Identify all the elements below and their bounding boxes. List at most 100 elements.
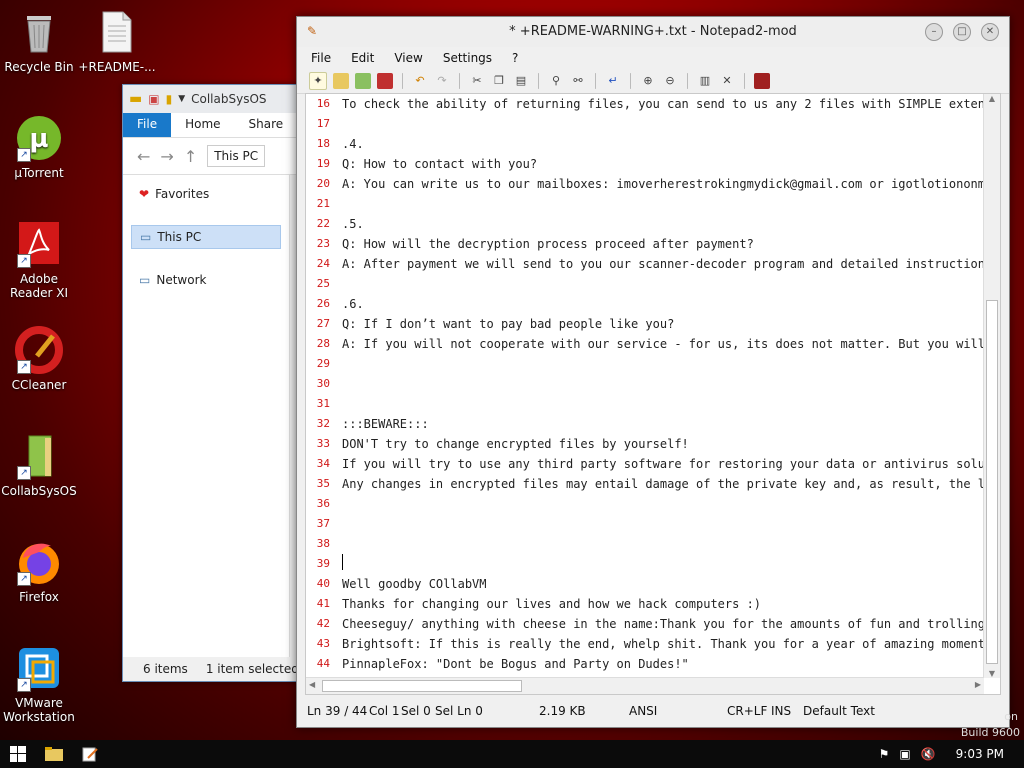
zoom-out-icon[interactable]: ⊖ xyxy=(662,73,678,89)
action-center-icon[interactable]: ⚑ xyxy=(879,747,890,761)
network-icon[interactable]: ▣ xyxy=(899,747,910,761)
up-icon[interactable]: ↑ xyxy=(184,147,197,166)
desktop-icon-adobe-reader[interactable]: ↗ Adobe Reader XI xyxy=(0,220,78,300)
save-icon[interactable] xyxy=(377,73,393,89)
editor-line[interactable]: 25 xyxy=(306,274,984,294)
redo-icon[interactable]: ↷ xyxy=(434,73,450,89)
desktop-icon-recycle-bin[interactable]: Recycle Bin xyxy=(0,8,78,74)
settings-icon[interactable]: ✕ xyxy=(719,73,735,89)
scroll-up-icon[interactable]: ▲ xyxy=(984,94,1000,103)
editor-line[interactable]: 34 If you will try to use any third party… xyxy=(306,454,984,474)
scroll-down-icon[interactable]: ▼ xyxy=(984,669,1000,678)
new-folder-icon[interactable]: ▮ xyxy=(166,92,173,106)
taskbar-file-explorer[interactable] xyxy=(36,740,72,768)
line-text[interactable]: Q: How to contact with you? xyxy=(342,154,537,174)
copy-icon[interactable]: ❐ xyxy=(491,73,507,89)
sidebar-item-favorites[interactable]: ❤ Favorites xyxy=(131,183,281,205)
editor-line[interactable]: 18 .4. xyxy=(306,134,984,154)
editor-line[interactable]: 40 Well goodby COllabVM xyxy=(306,574,984,594)
notepad-titlebar[interactable]: ✎ * +README-WARNING+.txt - Notepad2-mod … xyxy=(297,17,1009,47)
status-eol[interactable]: CR+LF xyxy=(727,704,767,718)
editor-line[interactable]: 44 PinnapleFox: "Dont be Bogus and Party … xyxy=(306,654,984,674)
sidebar-item-network[interactable]: ▭ Network xyxy=(131,269,281,291)
scroll-left-icon[interactable]: ◀ xyxy=(309,680,315,689)
editor-line[interactable]: 23 Q: How will the decryption process pro… xyxy=(306,234,984,254)
text-editor[interactable]: 16 To check the ability of returning file… xyxy=(305,93,1001,695)
sidebar-item-this-pc[interactable]: ▭ This PC xyxy=(131,225,281,249)
forward-icon[interactable]: → xyxy=(160,147,173,166)
line-text[interactable]: To check the ability of returning files,… xyxy=(342,94,984,114)
word-wrap-icon[interactable]: ↵ xyxy=(605,73,621,89)
tab-share[interactable]: Share xyxy=(235,113,298,137)
line-text[interactable]: A: You can write us to our mailboxes: im… xyxy=(342,174,984,194)
line-text[interactable]: Thanks for changing our lives and how we… xyxy=(342,594,761,614)
editor-line[interactable]: 16 To check the ability of returning file… xyxy=(306,94,984,114)
editor-line[interactable]: 22 .5. xyxy=(306,214,984,234)
close-button[interactable]: ✕ xyxy=(981,23,999,41)
status-encoding[interactable]: ANSI xyxy=(629,704,657,718)
line-text[interactable]: A: If you will not cooperate with our se… xyxy=(342,334,984,354)
line-text[interactable]: DON'T try to change encrypted files by y… xyxy=(342,434,689,454)
menu-view[interactable]: View xyxy=(394,51,422,65)
editor-line[interactable]: 32:::BEWARE::: xyxy=(306,414,984,434)
replace-icon[interactable]: ⚯ xyxy=(570,73,586,89)
editor-line[interactable]: 39 xyxy=(306,554,984,574)
back-icon[interactable]: ← xyxy=(137,147,150,166)
browse-icon[interactable] xyxy=(355,73,371,89)
horizontal-scrollbar[interactable]: ◀ ▶ xyxy=(306,677,984,694)
line-text[interactable]: Brightsoft: If this is really the end, w… xyxy=(342,634,984,654)
status-ins[interactable]: INS xyxy=(771,704,791,718)
editor-line[interactable]: 26 .6. xyxy=(306,294,984,314)
tab-home[interactable]: Home xyxy=(171,113,234,137)
editor-line[interactable]: 30 xyxy=(306,374,984,394)
line-text[interactable]: Any changes in encrypted files may entai… xyxy=(342,474,984,494)
vertical-scroll-thumb[interactable] xyxy=(986,300,998,664)
editor-line[interactable]: 19 Q: How to contact with you? xyxy=(306,154,984,174)
line-text[interactable]: PinnapleFox: "Dont be Bogus and Party on… xyxy=(342,654,689,674)
volume-muted-icon[interactable]: 🔇 xyxy=(921,747,936,761)
desktop-icon-collabsysos[interactable]: ↗ CollabSysOS xyxy=(0,432,78,498)
zoom-in-icon[interactable]: ⊕ xyxy=(640,73,656,89)
editor-lines[interactable]: 16 To check the ability of returning file… xyxy=(306,94,984,678)
start-button[interactable] xyxy=(0,740,36,768)
chevron-down-icon[interactable]: ▼ xyxy=(178,94,185,104)
clock[interactable]: 9:03 PM xyxy=(956,747,1004,761)
new-file-icon[interactable]: ✦ xyxy=(309,72,327,90)
properties-icon[interactable]: ▣ xyxy=(148,92,159,106)
desktop-icon-vmware[interactable]: ↗ VMware Workstation xyxy=(0,644,78,724)
line-text[interactable]: .5. xyxy=(342,214,364,234)
minimize-button[interactable]: – xyxy=(925,23,943,41)
open-folder-icon[interactable] xyxy=(333,73,349,89)
desktop-icon-ccleaner[interactable]: ↗ CCleaner xyxy=(0,326,78,392)
menu-settings[interactable]: Settings xyxy=(443,51,492,65)
desktop-icon-utorrent[interactable]: µ ↗ µTorrent xyxy=(0,114,78,180)
editor-line[interactable]: 29 xyxy=(306,354,984,374)
vertical-scrollbar[interactable]: ▲ ▼ xyxy=(983,94,1000,678)
editor-line[interactable]: 35 Any changes in encrypted files may ent… xyxy=(306,474,984,494)
editor-line[interactable]: 43 Brightsoft: If this is really the end,… xyxy=(306,634,984,654)
find-icon[interactable]: ⚲ xyxy=(548,73,564,89)
line-text[interactable]: A: After payment we will send to you our… xyxy=(342,254,984,274)
editor-line[interactable]: 37 xyxy=(306,514,984,534)
editor-line[interactable]: 24 A: After payment we will send to you o… xyxy=(306,254,984,274)
line-text[interactable]: .6. xyxy=(342,294,364,314)
editor-line[interactable]: 17 xyxy=(306,114,984,134)
status-scheme[interactable]: Default Text xyxy=(803,704,875,718)
editor-line[interactable]: 33 DON'T try to change encrypted files by… xyxy=(306,434,984,454)
line-text[interactable]: Well goodby COllabVM xyxy=(342,574,487,594)
line-text[interactable]: Q: How will the decryption process proce… xyxy=(342,234,754,254)
tab-file[interactable]: File xyxy=(123,113,172,137)
editor-line[interactable]: 42 Cheeseguy/ anything with cheese in the… xyxy=(306,614,984,634)
address-bar[interactable]: This PC xyxy=(207,145,266,167)
paste-icon[interactable]: ▤ xyxy=(513,73,529,89)
scheme-icon[interactable]: ▥ xyxy=(697,73,713,89)
line-text[interactable]: Cheeseguy/ anything with cheese in the n… xyxy=(342,614,984,634)
editor-line[interactable]: 31 xyxy=(306,394,984,414)
editor-line[interactable]: 38 xyxy=(306,534,984,554)
editor-line[interactable]: 21 xyxy=(306,194,984,214)
editor-line[interactable]: 41 Thanks for changing our lives and how … xyxy=(306,594,984,614)
taskbar-notepad[interactable] xyxy=(72,740,108,768)
notepad-window[interactable]: ✎ * +README-WARNING+.txt - Notepad2-mod … xyxy=(296,16,1010,728)
scroll-right-icon[interactable]: ▶ xyxy=(975,680,981,689)
editor-line[interactable]: 20 A: You can write us to our mailboxes: … xyxy=(306,174,984,194)
